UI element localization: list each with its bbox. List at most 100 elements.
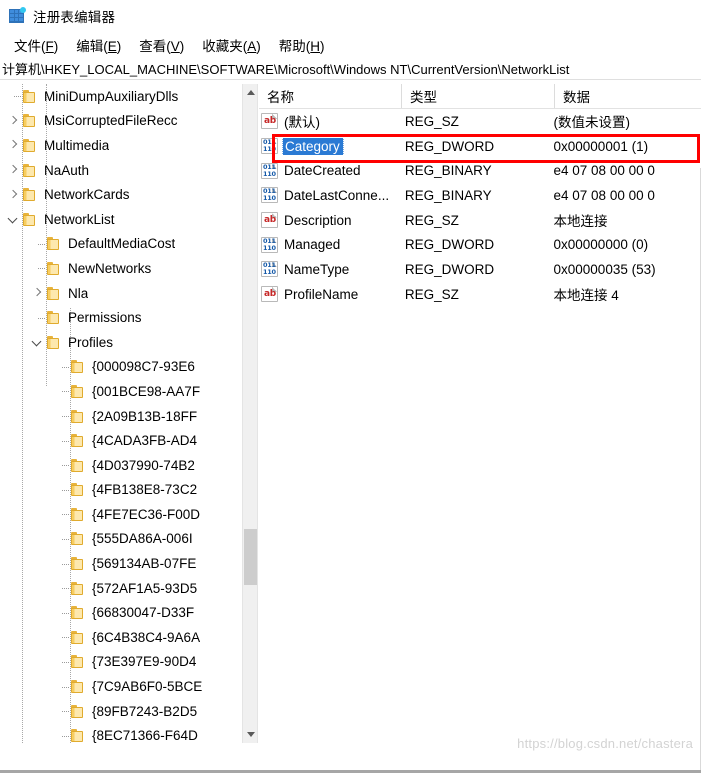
binary-value-icon: 011 110 [261,138,278,155]
tree-item-label: {569134AB-07FE [92,556,197,572]
tree-leaf-connector [54,531,70,547]
column-header-name[interactable]: 名称 [259,84,401,108]
tree-item[interactable]: {555DA86A-006I [0,527,243,552]
registry-tree-pane: MiniDumpAuxiliaryDlls MsiCorruptedFileRec… [0,84,258,743]
registry-value-row[interactable]: 011 110 Category REG_DWORD 0x00000001 (1) [259,134,701,159]
tree-item-label: NaAuth [44,162,90,178]
tree-leaf-connector [54,556,70,572]
value-type-cell: REG_DWORD [404,138,495,154]
registry-tree[interactable]: MiniDumpAuxiliaryDlls MsiCorruptedFileRec… [0,84,243,743]
value-data-cell: 本地连接 [553,214,608,230]
tree-item[interactable]: {572AF1A5-93D5 [0,576,243,601]
tree-item[interactable]: MiniDumpAuxiliaryDlls [0,84,243,109]
folder-icon [70,433,86,448]
tree-item[interactable]: NetworkCards [0,182,243,207]
tree-item[interactable]: {66830047-D33F [0,600,243,625]
menu-edit[interactable]: 编辑(E) [68,33,131,57]
registry-value-row[interactable]: ab (默认) REG_SZ (数值未设置) [259,109,701,134]
tree-item[interactable]: {569134AB-07FE [0,551,243,576]
tree-item[interactable]: {2A09B13B-18FF [0,404,243,429]
registry-value-row[interactable]: ab Description REG_SZ 本地连接 [259,208,701,233]
tree-item[interactable]: DefaultMediaCost [0,232,243,257]
tree-item-label: NetworkList [44,211,115,227]
value-data-cell: 0x00000000 (0) [553,237,649,253]
tree-item-label: {4D037990-74B2 [92,457,195,473]
tree-item[interactable]: Multimedia [0,133,243,158]
string-value-icon: ab [261,286,278,303]
tree-item-label: {4CADA3FB-AD4 [92,433,198,449]
tree-item[interactable]: {7C9AB6F0-5BCE [0,674,243,699]
menu-favorites[interactable]: 收藏夹(A) [194,33,271,57]
tree-scrollbar-thumb[interactable] [244,529,257,585]
tree-item-label: {7C9AB6F0-5BCE [92,679,203,695]
registry-value-row[interactable]: 011 110 DateCreated REG_BINARY e4 07 08 00 0… [259,158,701,183]
tree-item[interactable]: NewNetworks [0,256,243,281]
registry-editor-icon [9,6,26,24]
tree-vertical-scrollbar[interactable] [242,84,257,743]
tree-leaf-connector [54,457,70,473]
binary-value-icon: 011 110 [261,236,278,253]
value-name: DateLastConne... [284,187,390,203]
tree-item[interactable]: {89FB7243-B2D5 [0,699,243,724]
tree-item[interactable]: {4D037990-74B2 [0,453,243,478]
tree-item[interactable]: {4CADA3FB-AD4 [0,428,243,453]
tree-item[interactable]: MsiCorruptedFileRecc [0,109,243,134]
tree-item[interactable]: {4FB138E8-73C2 [0,478,243,503]
menu-bar: 文件(F) 编辑(E) 查看(V) 收藏夹(A) 帮助(H) [0,33,701,57]
menu-file[interactable]: 文件(F) [6,33,68,57]
chevron-down-icon[interactable] [30,334,46,350]
tree-item[interactable]: {73E397E9-90D4 [0,650,243,675]
list-column-headers: 名称 类型 数据 [259,84,701,109]
chevron-down-icon[interactable] [6,211,22,227]
registry-value-row[interactable]: ab ProfileName REG_SZ 本地连接 4 [259,282,701,307]
value-data-cell: 0x00000001 (1) [553,138,649,154]
tree-item-label: {001BCE98-AA7F [92,383,201,399]
title-bar: 注册表编辑器 [0,0,701,31]
folder-icon [70,605,86,620]
registry-value-row[interactable]: 011 110 NameType REG_DWORD 0x00000035 (53) [259,257,701,282]
chevron-right-icon[interactable] [30,285,46,301]
folder-icon [70,507,86,522]
chevron-right-icon[interactable] [6,137,22,153]
folder-icon [70,359,86,374]
folder-icon [22,89,38,104]
folder-icon [70,679,86,694]
value-name: DateCreated [284,163,361,179]
chevron-right-icon[interactable] [6,187,22,203]
registry-values-list[interactable]: ab (默认) REG_SZ (数值未设置) 011 110 Category REG_DWO… [259,109,701,307]
column-header-data[interactable]: 数据 [554,84,701,108]
tree-item-label: Nla [68,285,89,301]
tree-item[interactable]: {000098C7-93E6 [0,355,243,380]
scroll-up-icon[interactable] [243,84,257,101]
tree-item[interactable]: {001BCE98-AA7F [0,379,243,404]
menu-view[interactable]: 查看(V) [131,33,194,57]
tree-leaf-connector [54,506,70,522]
registry-values-pane: 名称 类型 数据 ab (默认) REG_SZ (数值未设置) 011 110 Catego… [259,84,701,773]
tree-item[interactable]: Profiles [0,330,243,355]
column-header-type[interactable]: 类型 [401,84,554,108]
tree-item-label: {89FB7243-B2D5 [92,703,198,719]
value-name: Description [284,212,352,228]
value-type-cell: REG_DWORD [404,237,495,253]
folder-icon [70,654,86,669]
tree-item[interactable]: Permissions [0,305,243,330]
tree-item[interactable]: {6C4B38C4-9A6A [0,625,243,650]
tree-item[interactable]: NaAuth [0,158,243,183]
menu-help[interactable]: 帮助(H) [271,33,335,57]
value-name-cell: ab (默认) [259,111,397,131]
tree-item[interactable]: {4FE7EC36-F00D [0,502,243,527]
tree-item-label: {2A09B13B-18FF [92,408,198,424]
registry-value-row[interactable]: 011 110 Managed REG_DWORD 0x00000000 (0) [259,232,701,257]
folder-icon [70,704,86,719]
chevron-right-icon[interactable] [6,113,22,129]
chevron-right-icon[interactable] [6,162,22,178]
address-bar[interactable]: 计算机\HKEY_LOCAL_MACHINE\SOFTWARE\Microsof… [0,58,701,80]
tree-item[interactable]: {8EC71366-F64D [0,723,243,743]
value-name: (默认) [284,115,320,131]
value-name: Category [282,137,344,155]
scroll-down-icon[interactable] [243,726,257,743]
value-type-cell: REG_SZ [404,286,459,302]
tree-item[interactable]: NetworkList [0,207,243,232]
registry-value-row[interactable]: 011 110 DateLastConne... REG_BINARY e4 07 08… [259,183,701,208]
tree-item[interactable]: Nla [0,281,243,306]
